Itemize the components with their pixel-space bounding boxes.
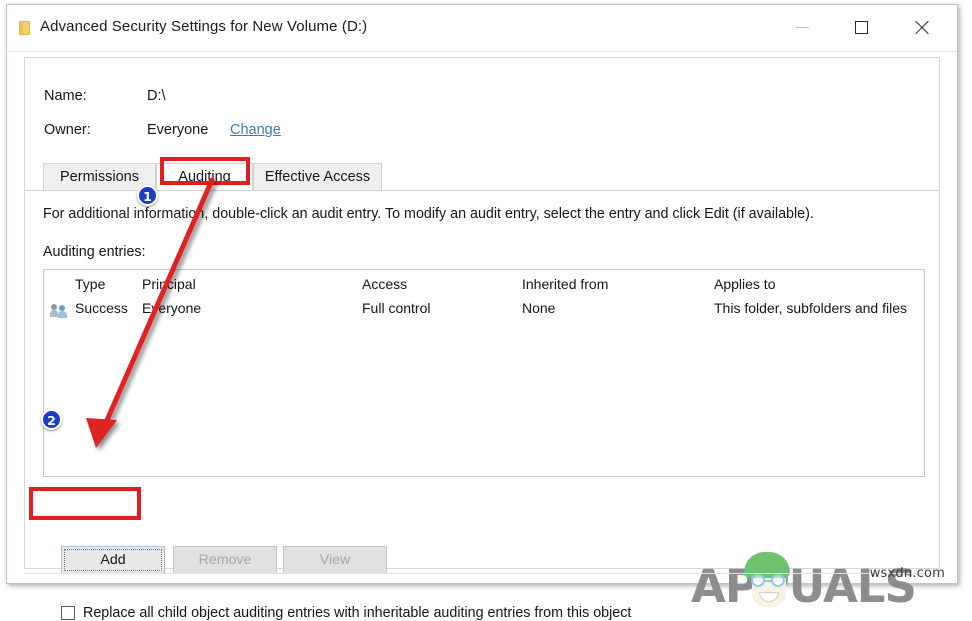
users-group-icon xyxy=(50,303,67,318)
replace-child-entries-checkbox[interactable] xyxy=(61,606,75,620)
cell-inherited-from: None xyxy=(522,300,555,316)
cell-principal: Everyone xyxy=(142,300,201,316)
appuals-mascot-icon xyxy=(740,552,796,610)
window-title: Advanced Security Settings for New Volum… xyxy=(40,18,367,35)
tab-permissions[interactable]: Permissions xyxy=(43,163,156,190)
auditing-entries-label: Auditing entries: xyxy=(43,244,146,260)
column-header-type[interactable]: Type xyxy=(75,276,105,292)
folder-icon xyxy=(19,21,30,35)
name-value: D:\ xyxy=(147,88,166,104)
title-bar: Advanced Security Settings for New Volum… xyxy=(7,5,957,52)
replace-child-entries-row[interactable]: Replace all child object auditing entrie… xyxy=(61,605,631,621)
column-header-principal[interactable]: Principal xyxy=(142,276,196,292)
minimize-button[interactable] xyxy=(779,5,826,50)
column-header-inherited-from[interactable]: Inherited from xyxy=(522,276,608,292)
column-header-access[interactable]: Access xyxy=(362,276,407,292)
name-label: Name: xyxy=(44,88,87,104)
dialog-content-panel: Name: D:\ Owner: Everyone Change Permiss… xyxy=(24,57,940,569)
cell-access: Full control xyxy=(362,300,430,316)
close-button[interactable] xyxy=(898,5,945,50)
auditing-entries-list[interactable]: Type Principal Access Inherited from App… xyxy=(43,269,925,477)
maximize-icon xyxy=(855,21,868,34)
replace-child-entries-label: Replace all child object auditing entrie… xyxy=(83,605,631,621)
annotation-badge-2: 2 xyxy=(41,409,62,430)
add-button[interactable]: Add xyxy=(61,546,165,574)
advanced-security-settings-window: Advanced Security Settings for New Volum… xyxy=(6,4,958,584)
cell-type: Success xyxy=(75,300,128,316)
view-button: View xyxy=(283,546,387,574)
owner-label: Owner: xyxy=(44,122,91,138)
maximize-button[interactable] xyxy=(838,5,885,50)
appuals-watermark: APPUALS xyxy=(691,552,937,612)
close-icon xyxy=(914,20,930,36)
tab-effective-access[interactable]: Effective Access xyxy=(253,163,382,190)
change-owner-link[interactable]: Change xyxy=(230,122,281,138)
tab-auditing[interactable]: Auditing xyxy=(156,163,253,190)
table-row[interactable]: Success Everyone Full control None This … xyxy=(44,300,924,322)
column-header-applies-to[interactable]: Applies to xyxy=(714,276,775,292)
minimize-icon xyxy=(796,27,809,28)
instruction-text: For additional information, double-click… xyxy=(43,206,814,222)
remove-button: Remove xyxy=(173,546,277,574)
annotation-badge-1: 1 xyxy=(137,185,158,206)
owner-row: Owner: Everyone Change xyxy=(25,122,939,142)
name-row: Name: D:\ xyxy=(25,88,939,108)
list-header-row: Type Principal Access Inherited from App… xyxy=(44,276,924,298)
owner-value: Everyone xyxy=(147,122,208,138)
source-watermark: wsxdn.com xyxy=(870,566,945,581)
bottom-divider xyxy=(24,573,940,574)
cell-applies-to: This folder, subfolders and files xyxy=(714,300,907,316)
tab-strip: Permissions Auditing Effective Access xyxy=(25,163,939,191)
